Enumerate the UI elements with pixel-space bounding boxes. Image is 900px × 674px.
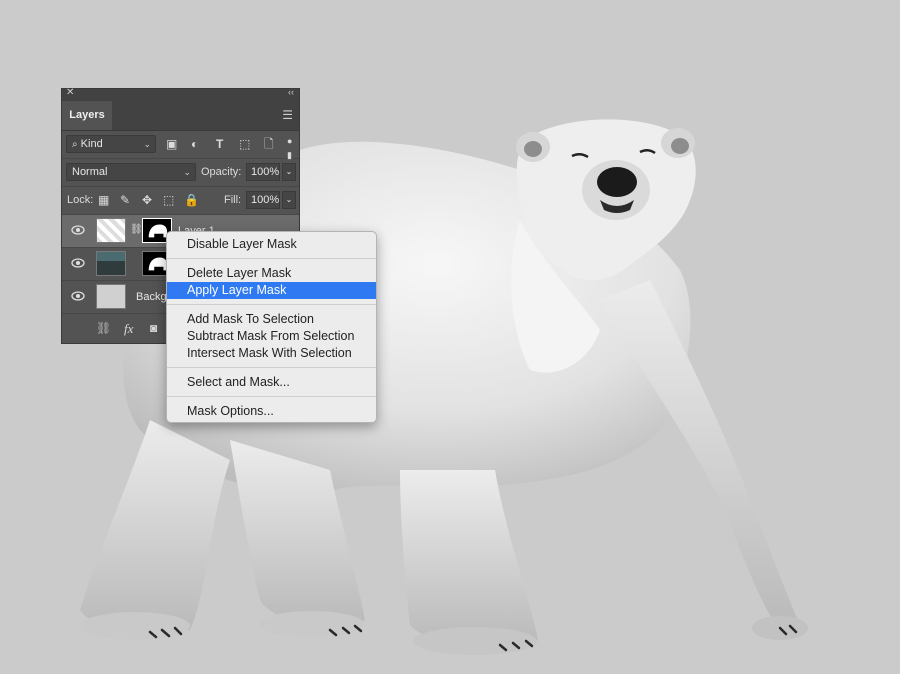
menu-item-apply-layer-mask[interactable]: Apply Layer Mask bbox=[167, 282, 376, 299]
menu-separator bbox=[167, 304, 376, 305]
mask-link-icon[interactable]: ⛓ bbox=[130, 224, 143, 235]
lock-artboard-icon[interactable]: ⬚ bbox=[163, 193, 174, 207]
double-chevron-icon[interactable]: ‹‹ bbox=[288, 87, 294, 97]
blend-mode-value: Normal bbox=[72, 166, 108, 178]
context-menu: Disable Layer Mask Delete Layer Mask App… bbox=[166, 231, 377, 423]
layer-thumbnail[interactable] bbox=[96, 251, 126, 276]
layer-thumbnail[interactable] bbox=[96, 218, 126, 243]
filter-toggle-icon[interactable]: ● ▮ bbox=[287, 134, 292, 162]
chevron-down-icon: ⌄ bbox=[143, 139, 151, 149]
image-filter-icon[interactable]: ▣ bbox=[166, 137, 177, 151]
add-mask-icon[interactable]: ◙ bbox=[150, 321, 157, 335]
type-filter-icon[interactable]: T bbox=[216, 137, 223, 151]
smart-object-filter-icon[interactable]: 🗋 bbox=[264, 137, 274, 151]
shape-filter-icon[interactable]: ⬚ bbox=[239, 137, 250, 151]
menu-separator bbox=[167, 258, 376, 259]
filter-row: ⌕ Kind ⌄ ▣ ◐ T ⬚ 🗋 ● ▮ bbox=[62, 131, 299, 162]
menu-item-intersect-mask-with-selection[interactable]: Intersect Mask With Selection bbox=[167, 345, 376, 362]
adjustment-filter-icon[interactable]: ◐ bbox=[191, 137, 198, 151]
menu-item-delete-layer-mask[interactable]: Delete Layer Mask bbox=[167, 265, 376, 282]
lock-all-icon[interactable]: 🔒 bbox=[184, 193, 199, 207]
tab-layers[interactable]: Layers bbox=[62, 101, 112, 130]
eye-icon[interactable] bbox=[71, 291, 85, 301]
search-icon: ⌕ bbox=[72, 139, 78, 150]
blend-row: Normal ⌄ Opacity: 100% ⌄ bbox=[62, 159, 299, 187]
menu-item-subtract-mask-from-selection[interactable]: Subtract Mask From Selection bbox=[167, 328, 376, 345]
lock-row: Lock: ▦ ✎ ✥ ⬚ 🔒 Fill: 100% ⌄ bbox=[62, 187, 299, 215]
lock-transparent-pixels-icon[interactable]: ▦ bbox=[98, 193, 109, 207]
eye-icon[interactable] bbox=[71, 225, 85, 235]
menu-item-disable-layer-mask[interactable]: Disable Layer Mask bbox=[167, 236, 376, 253]
menu-item-add-mask-to-selection[interactable]: Add Mask To Selection bbox=[167, 311, 376, 328]
menu-separator bbox=[167, 367, 376, 368]
fill-label: Fill: bbox=[224, 194, 242, 206]
menu-separator bbox=[167, 396, 376, 397]
panel-tab-bar: Layers ☰ bbox=[62, 101, 299, 131]
chevron-down-icon[interactable]: ⌄ bbox=[282, 191, 296, 209]
close-icon[interactable]: ✕ bbox=[66, 87, 74, 98]
hamburger-menu-icon[interactable]: ☰ bbox=[282, 108, 293, 122]
fill-field[interactable]: 100% bbox=[246, 191, 280, 209]
blend-mode-dropdown[interactable]: Normal ⌄ bbox=[66, 163, 196, 181]
opacity-label: Opacity: bbox=[201, 166, 242, 178]
filter-kind-dropdown[interactable]: ⌕ Kind ⌄ bbox=[66, 135, 156, 153]
layer-style-fx-icon[interactable]: fx bbox=[124, 321, 133, 337]
chevron-down-icon: ⌄ bbox=[183, 167, 191, 177]
lock-image-pixels-icon[interactable]: ✎ bbox=[120, 193, 130, 207]
chevron-down-icon[interactable]: ⌄ bbox=[282, 163, 296, 181]
eye-icon[interactable] bbox=[71, 258, 85, 268]
menu-item-mask-options[interactable]: Mask Options... bbox=[167, 403, 376, 420]
layer-name[interactable]: Backg bbox=[136, 291, 167, 303]
link-layers-icon[interactable]: ⛓ bbox=[96, 321, 111, 335]
filter-kind-value: Kind bbox=[80, 138, 103, 150]
lock-label: Lock: bbox=[67, 194, 94, 206]
layer-thumbnail[interactable] bbox=[96, 284, 126, 309]
opacity-field[interactable]: 100% bbox=[246, 163, 280, 181]
lock-position-icon[interactable]: ✥ bbox=[142, 193, 152, 207]
menu-item-select-and-mask[interactable]: Select and Mask... bbox=[167, 374, 376, 391]
panel-title-bar[interactable]: ✕ ‹‹ bbox=[62, 87, 299, 101]
